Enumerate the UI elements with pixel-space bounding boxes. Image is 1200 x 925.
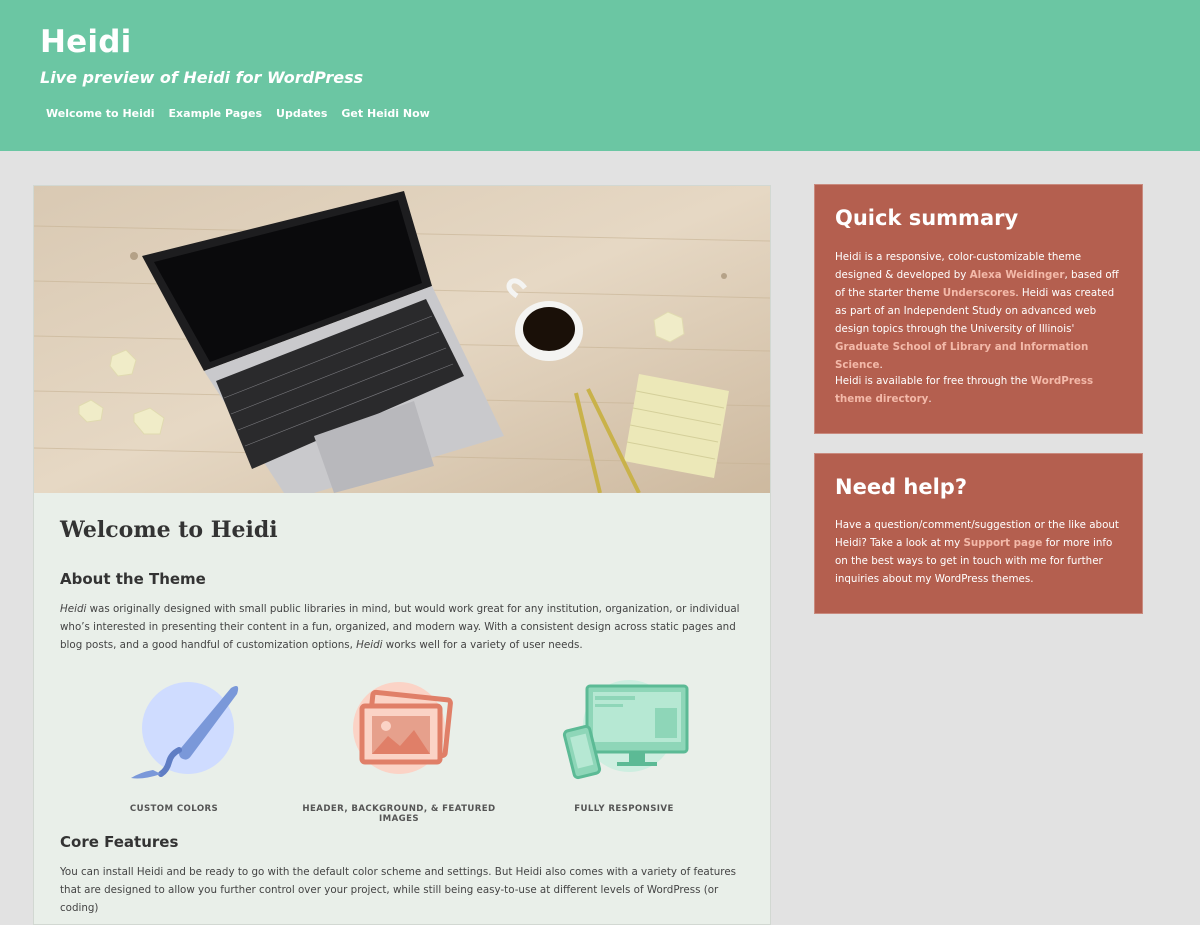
- feature-label: HEADER, BACKGROUND, & FEATURED IMAGES: [302, 804, 496, 824]
- nav-item-get-heidi[interactable]: Get Heidi Now: [341, 107, 429, 120]
- about-heading: About the Theme: [60, 570, 206, 588]
- about-paragraph: Heidi was originally designed with small…: [60, 600, 750, 654]
- support-page-link[interactable]: Support page: [963, 537, 1042, 549]
- images-icon: [353, 682, 453, 774]
- author-link[interactable]: Alexa Weidinger: [970, 269, 1065, 281]
- feature-label: CUSTOM COLORS: [129, 804, 219, 814]
- about-text-2: works well for a variety of user needs.: [382, 639, 583, 651]
- summary-paragraph-2: Heidi is available for free through the …: [835, 372, 1125, 408]
- feature-label: FULLY RESPONSIVE: [574, 804, 674, 814]
- graduate-school-link[interactable]: Graduate School of Library and Informati…: [835, 341, 1088, 371]
- feature-images: HEADER, BACKGROUND, & FEATURED IMAGES: [299, 678, 499, 824]
- main-navigation: Welcome to Heidi Example Pages Updates G…: [46, 107, 430, 120]
- content-card: Welcome to Heidi About the Theme Heidi w…: [33, 185, 771, 925]
- about-name-emphasis-2: Heidi: [356, 639, 383, 651]
- core-features-heading: Core Features: [60, 833, 179, 851]
- help-paragraph: Have a question/comment/suggestion or th…: [835, 516, 1125, 588]
- widget-title: Need help?: [835, 475, 968, 499]
- site-header: Heidi Live preview of Heidi for WordPres…: [0, 0, 1200, 151]
- site-description: Live preview of Heidi for WordPress: [40, 68, 364, 87]
- about-name-emphasis: Heidi: [60, 603, 87, 615]
- underscores-link[interactable]: Underscores: [943, 287, 1016, 299]
- featured-image-laptop-desk: [34, 186, 770, 493]
- page-title: Welcome to Heidi: [60, 517, 278, 543]
- devices-icon: [562, 680, 689, 780]
- summary-text: .: [928, 393, 932, 405]
- summary-text: Heidi is available for free through the: [835, 375, 1031, 387]
- need-help-widget: Need help? Have a question/comment/sugge…: [814, 453, 1143, 614]
- paintbrush-icon: [131, 682, 239, 779]
- site-title[interactable]: Heidi: [40, 24, 131, 60]
- feature-custom-colors: CUSTOM COLORS: [74, 678, 274, 818]
- summary-text: .: [879, 359, 883, 371]
- nav-item-welcome[interactable]: Welcome to Heidi: [46, 107, 155, 120]
- widget-title: Quick summary: [835, 206, 1019, 230]
- feature-responsive: FULLY RESPONSIVE: [524, 678, 724, 818]
- nav-item-example-pages[interactable]: Example Pages: [169, 107, 263, 120]
- nav-item-updates[interactable]: Updates: [276, 107, 327, 120]
- core-features-paragraph: You can install Heidi and be ready to go…: [60, 866, 737, 914]
- summary-paragraph-1: Heidi is a responsive, color-customizabl…: [835, 248, 1125, 374]
- quick-summary-widget: Quick summary Heidi is a responsive, col…: [814, 184, 1143, 434]
